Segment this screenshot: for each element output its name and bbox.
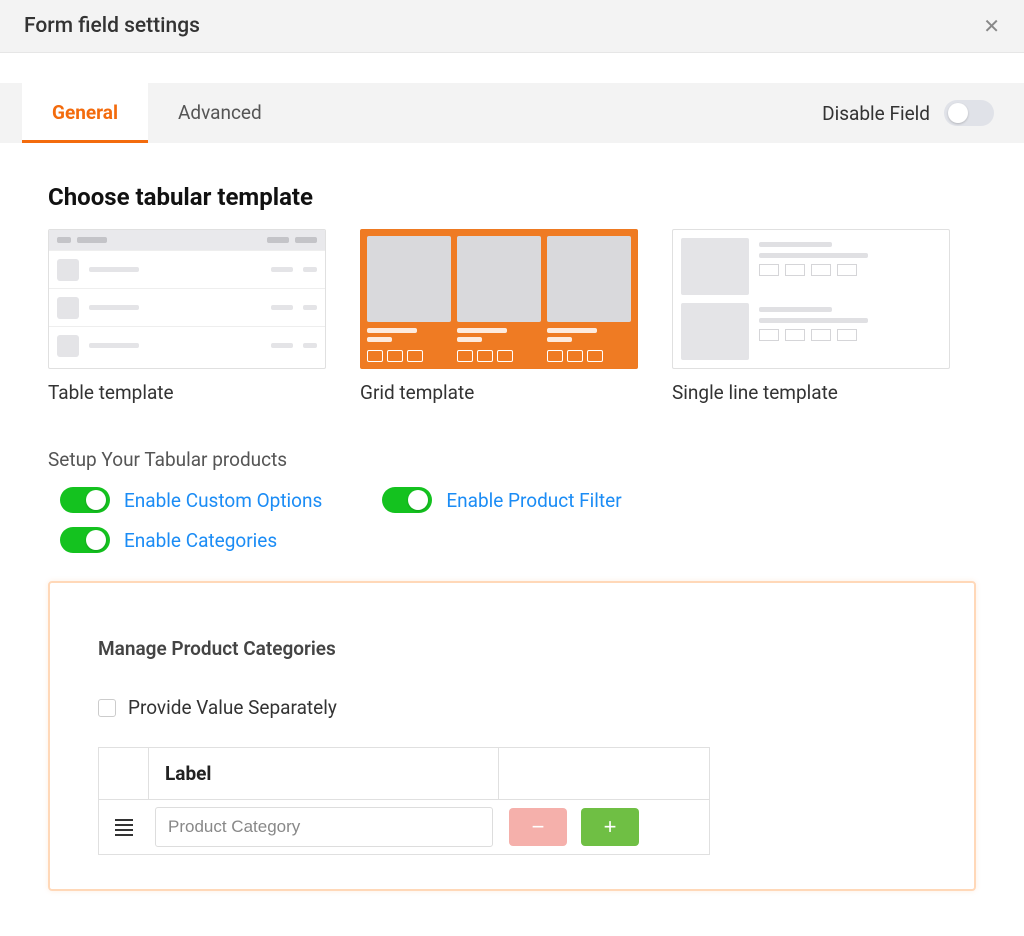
template-options: Table template Grid template Single line… (48, 229, 976, 404)
categories-table: Label − + (98, 747, 710, 855)
link-product-filter[interactable]: Enable Product Filter (446, 489, 621, 512)
disable-field-toggle[interactable] (944, 100, 994, 126)
drag-handle-icon[interactable] (115, 819, 133, 836)
template-grid-thumb (360, 229, 638, 369)
template-table-label: Table template (48, 381, 326, 404)
tab-general[interactable]: General (22, 83, 148, 143)
dialog-header: Form field settings ✕ (0, 0, 1024, 53)
tabs-bar: General Advanced Disable Field (0, 83, 1024, 143)
remove-category-button[interactable]: − (509, 808, 567, 846)
close-icon[interactable]: ✕ (983, 14, 1000, 38)
category-row: − + (99, 799, 709, 854)
column-label-header: Label (149, 748, 499, 799)
setup-title: Setup Your Tabular products (48, 448, 976, 471)
template-single-label: Single line template (672, 381, 950, 404)
template-grid-label: Grid template (360, 381, 638, 404)
template-table-thumb (48, 229, 326, 369)
tab-advanced[interactable]: Advanced (148, 83, 292, 143)
manage-categories-panel: Manage Product Categories Provide Value … (48, 581, 976, 891)
panel-title: Manage Product Categories (98, 637, 926, 660)
template-single[interactable]: Single line template (672, 229, 950, 404)
disable-field-group: Disable Field (822, 83, 1024, 143)
add-category-button[interactable]: + (581, 808, 639, 846)
template-table[interactable]: Table template (48, 229, 326, 404)
dialog-title: Form field settings (24, 14, 200, 38)
template-single-thumb (672, 229, 950, 369)
templates-title: Choose tabular template (48, 183, 976, 211)
provide-value-checkbox[interactable] (98, 699, 116, 717)
toggle-categories[interactable] (60, 527, 110, 553)
content-area: Choose tabular template Table template (0, 143, 1024, 931)
link-custom-options[interactable]: Enable Custom Options (124, 489, 322, 512)
category-label-input[interactable] (155, 807, 493, 847)
disable-field-label: Disable Field (822, 102, 930, 125)
template-grid[interactable]: Grid template (360, 229, 638, 404)
provide-value-label: Provide Value Separately (128, 696, 337, 719)
toggle-product-filter[interactable] (382, 487, 432, 513)
link-categories[interactable]: Enable Categories (124, 529, 277, 552)
toggle-custom-options[interactable] (60, 487, 110, 513)
